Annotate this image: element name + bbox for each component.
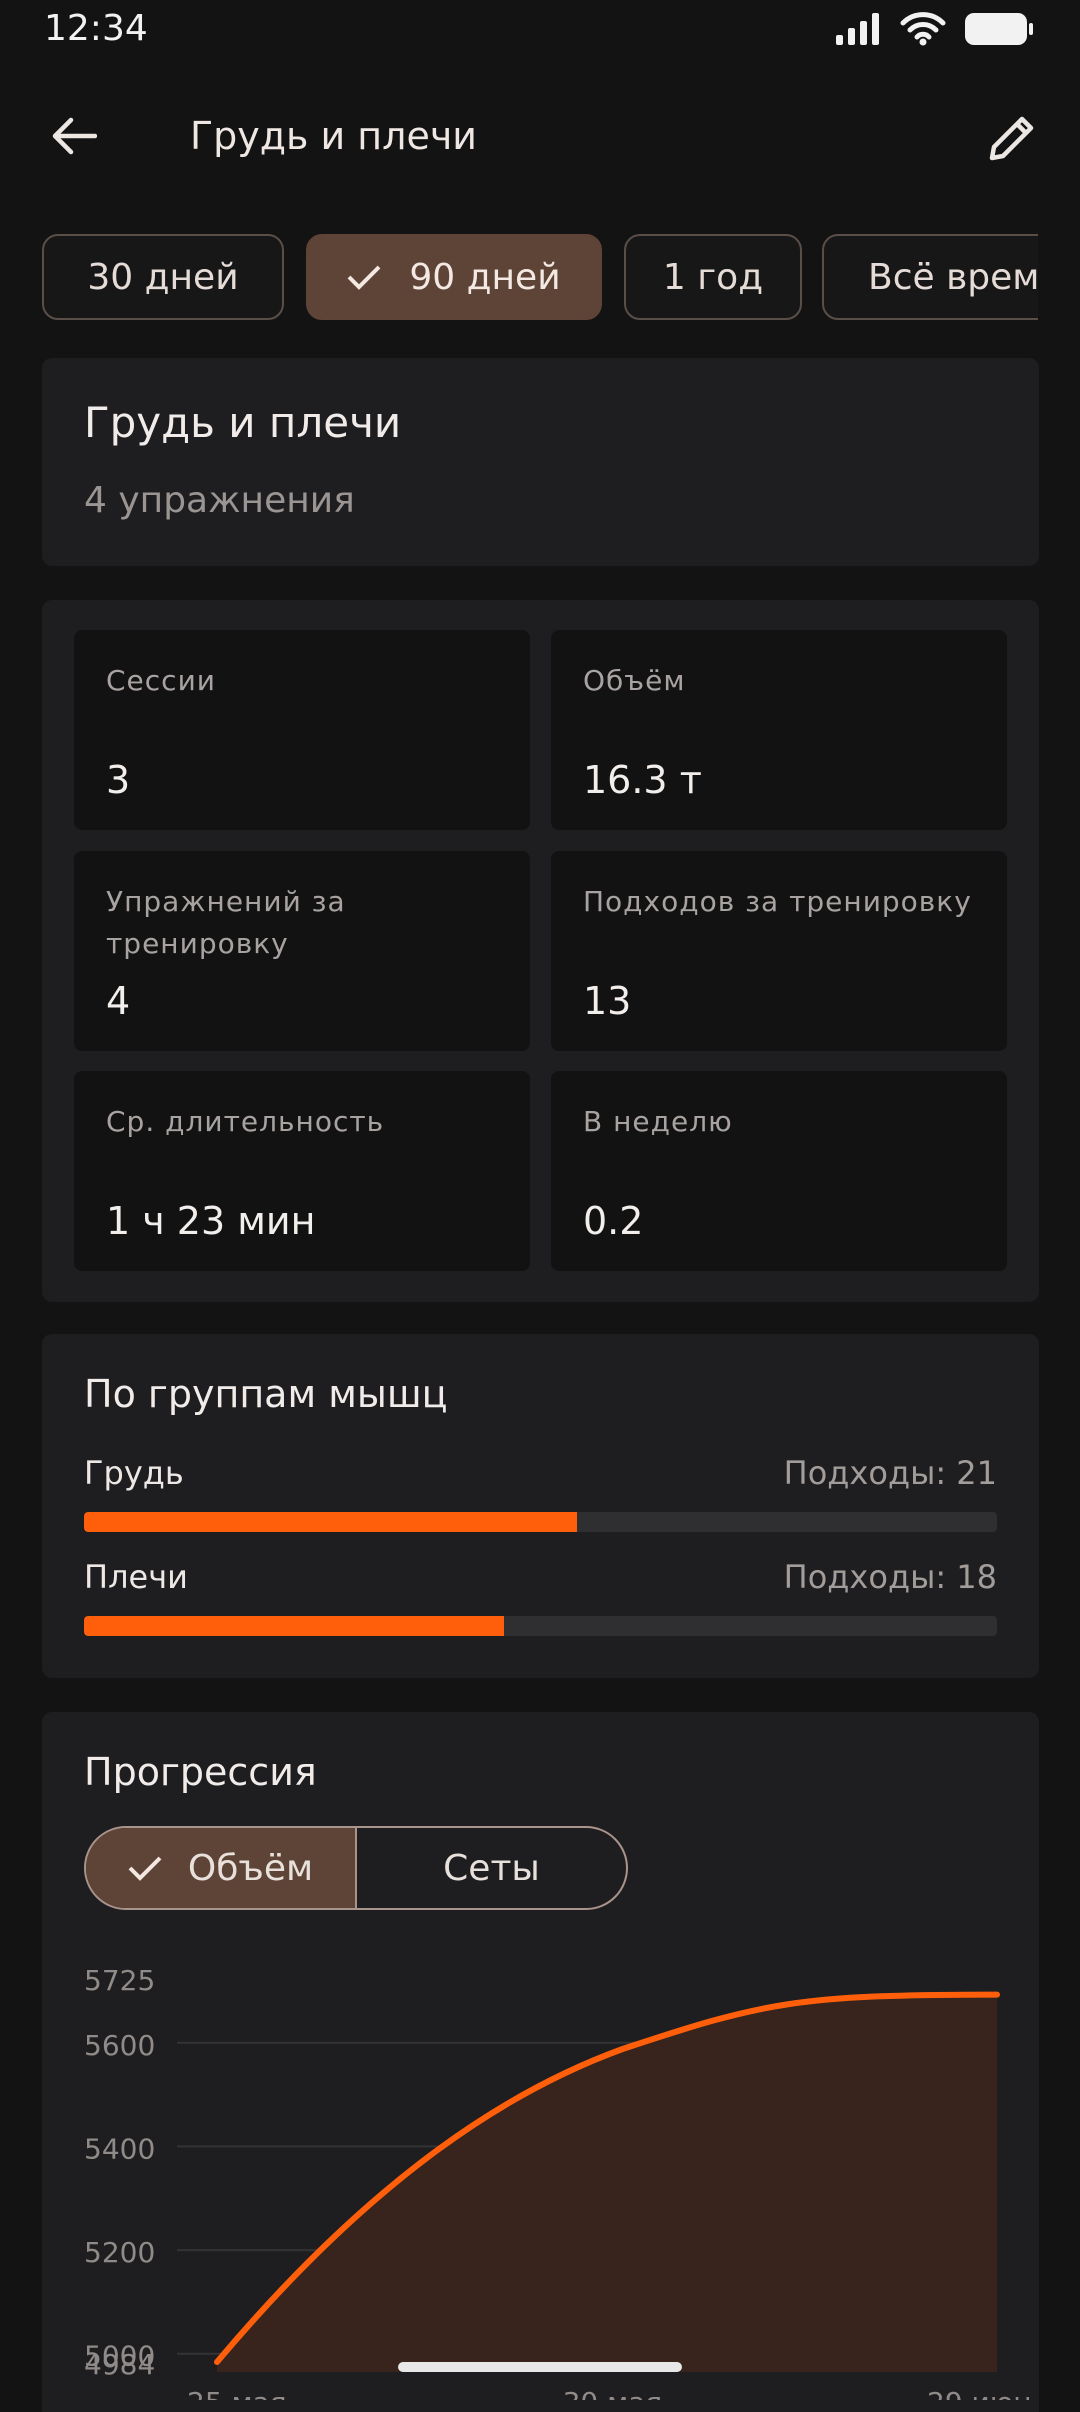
muscle-groups-title: По группам мышц	[84, 1372, 448, 1416]
stat-label: Объём	[583, 664, 686, 697]
stat-value: 0.2	[583, 1199, 644, 1243]
chip-label: Всё время	[868, 256, 1038, 298]
muscle-group-name: Грудь	[84, 1454, 184, 1492]
page-title: Грудь и плечи	[190, 114, 477, 158]
stat-tile-volume: Объём 16.3 т	[551, 630, 1007, 830]
stat-label: Подходов за тренировку	[583, 885, 972, 918]
muscle-groups-card: По группам мышц Грудь Подходы: 21 Плечи …	[42, 1334, 1039, 1678]
muscle-group-bar	[84, 1616, 997, 1636]
chip-all-time[interactable]: Всё время	[822, 234, 1038, 320]
back-button[interactable]	[44, 108, 104, 168]
muscle-group-bar-fill	[84, 1512, 578, 1532]
x-tick-label: 30 мая	[563, 2386, 663, 2400]
stat-label: В неделю	[583, 1105, 733, 1138]
y-tick-label: 5200	[84, 2236, 155, 2269]
stat-label: Сессии	[106, 664, 216, 697]
stat-value: 3	[106, 758, 131, 802]
period-filter-chips: 30 дней 90 дней 1 год Всё время	[42, 234, 1038, 324]
chip-label: 90 дней	[409, 256, 561, 298]
muscle-group-count: Подходы: 21	[783, 1454, 997, 1492]
stat-value: 4	[106, 979, 131, 1023]
summary-title: Грудь и плечи	[84, 398, 402, 447]
x-tick-label: 25 мая	[187, 2386, 287, 2400]
cellular-signal-icon	[836, 13, 882, 49]
progression-card: Прогрессия Объём Сеты 5725 5600 5400 5200 50…	[42, 1712, 1039, 2412]
stat-value: 16.3 т	[583, 758, 702, 802]
chip-label: 30 дней	[87, 256, 239, 298]
stat-tile-sessions: Сессии 3	[74, 630, 530, 830]
stat-tile-exercises-per-workout: Упражнений за тренировку 4	[74, 851, 530, 1051]
y-tick-label: 5400	[84, 2132, 155, 2165]
summary-card: Грудь и плечи 4 упражнения	[42, 358, 1039, 566]
stat-tile-avg-duration: Ср. длительность 1 ч 23 мин	[74, 1071, 530, 1271]
stat-value: 13	[583, 979, 632, 1023]
chip-1-year[interactable]: 1 год	[624, 234, 802, 320]
pencil-icon	[986, 112, 1038, 168]
stat-tile-sets-per-workout: Подходов за тренировку 13	[551, 851, 1007, 1051]
chip-label: 1 год	[662, 256, 764, 298]
stats-card: Сессии 3 Объём 16.3 т Упражнений за трен…	[42, 600, 1039, 1302]
check-icon	[347, 264, 381, 290]
arrow-back-icon	[51, 116, 98, 160]
y-tick-label: 5725	[84, 1964, 155, 1997]
stat-label: Ср. длительность	[106, 1105, 385, 1138]
status-icons	[836, 12, 1034, 50]
wifi-icon	[900, 12, 946, 50]
stat-tile-per-week: В неделю 0.2	[551, 1071, 1007, 1271]
progression-chart: 57255600540052005000498425 мая30 мая29 и…	[84, 1964, 1032, 2400]
stat-value: 1 ч 23 мин	[106, 1199, 316, 1243]
home-indicator	[398, 2362, 682, 2372]
x-tick-label: 29 июн	[927, 2386, 1032, 2400]
chip-30-days[interactable]: 30 дней	[42, 234, 284, 320]
y-tick-label: 5600	[84, 2029, 155, 2062]
muscle-group-count: Подходы: 18	[783, 1558, 997, 1596]
status-time: 12:34	[44, 8, 148, 49]
battery-icon	[964, 12, 1034, 50]
muscle-group-name: Плечи	[84, 1558, 188, 1596]
muscle-group-bar-fill	[84, 1616, 504, 1636]
edit-button[interactable]	[980, 108, 1044, 172]
app-bar: Грудь и плечи	[0, 90, 1080, 186]
stat-label: Упражнений за тренировку	[106, 885, 346, 960]
chip-90-days[interactable]: 90 дней	[306, 234, 602, 320]
y-tick-label: 4984	[84, 2348, 155, 2381]
summary-subtitle: 4 упражнения	[84, 480, 355, 521]
muscle-group-bar	[84, 1512, 997, 1532]
status-bar: 12:34	[0, 0, 1080, 62]
chart-area	[217, 1994, 997, 2372]
